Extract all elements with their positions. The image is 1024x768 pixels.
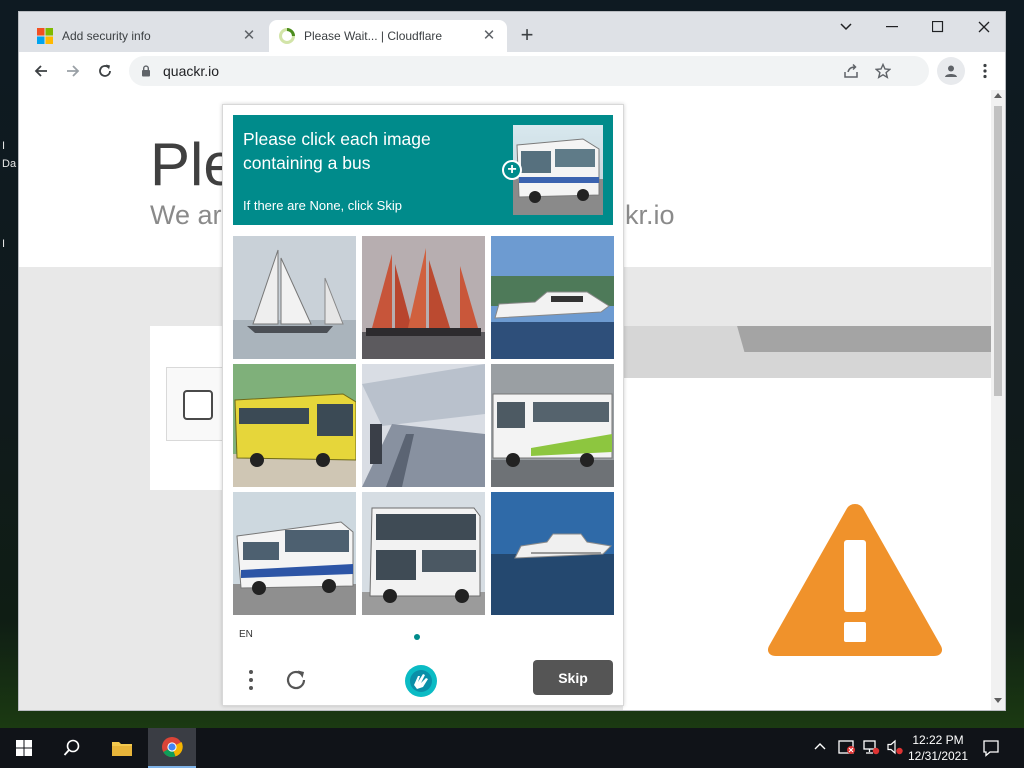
share-icon[interactable] xyxy=(843,63,859,82)
challenge-image-tile[interactable] xyxy=(233,492,356,615)
profile-avatar[interactable] xyxy=(937,57,965,85)
double-decker-bus-image xyxy=(362,492,485,615)
scroll-down-icon[interactable] xyxy=(994,698,1002,703)
tab-add-security-info[interactable]: Add security info ✕ xyxy=(27,20,267,52)
scrollbar-thumb[interactable] xyxy=(994,106,1002,396)
challenge-image-tile[interactable] xyxy=(491,492,614,615)
page-subtitle: We ar xyxy=(150,200,222,230)
microsoft-icon xyxy=(37,28,53,44)
example-bus-image xyxy=(513,125,603,215)
tab-cloudflare[interactable]: Please Wait... | Cloudflare ✕ xyxy=(269,20,507,52)
tab-search-icon[interactable] xyxy=(823,12,869,42)
sailboat-image xyxy=(233,236,356,359)
close-tab-icon[interactable]: ✕ xyxy=(481,28,497,44)
language-selector[interactable]: EN xyxy=(239,629,253,640)
skip-button[interactable]: Skip xyxy=(533,660,613,695)
sailing-ship-image xyxy=(362,236,485,359)
desktop-label: I xyxy=(2,140,6,152)
clock-time: 12:22 PM xyxy=(912,733,964,747)
back-button[interactable] xyxy=(27,57,55,85)
refresh-challenge-button[interactable] xyxy=(281,665,311,695)
plus-icon: + xyxy=(502,160,522,180)
yellow-bus-image xyxy=(233,364,356,487)
toolbar: quackr.io xyxy=(19,52,1005,90)
close-tab-icon[interactable]: ✕ xyxy=(241,28,257,44)
ferry-image xyxy=(491,492,614,615)
notifications-icon[interactable] xyxy=(982,739,1000,762)
taskbar: 12:22 PM 12/31/2021 xyxy=(0,728,1024,768)
scrollbar[interactable] xyxy=(991,90,1005,710)
security-alert-icon[interactable] xyxy=(838,739,856,760)
challenge-image-tile[interactable] xyxy=(233,236,356,359)
minimize-button[interactable] xyxy=(869,12,915,42)
tab-strip: Add security info ✕ Please Wait... | Clo… xyxy=(19,12,1005,52)
page-subtitle-end: kr.io xyxy=(625,200,675,230)
refresh-icon xyxy=(286,670,306,690)
challenge-image-tile[interactable] xyxy=(362,364,485,487)
white-green-bus-image xyxy=(491,364,614,487)
warning-icon xyxy=(767,504,943,656)
volume-muted-icon[interactable] xyxy=(886,739,904,760)
challenge-image-tile[interactable] xyxy=(491,364,614,487)
new-tab-button[interactable]: + xyxy=(515,24,539,48)
challenge-image-tile[interactable] xyxy=(362,492,485,615)
bookmark-star-icon[interactable] xyxy=(874,62,892,82)
challenge-image-tile[interactable] xyxy=(233,364,356,487)
white-blue-bus-image xyxy=(233,492,356,615)
desktop-label: Da xyxy=(2,158,17,170)
windows-icon xyxy=(16,740,32,756)
network-icon[interactable] xyxy=(862,739,880,760)
challenge-image-tile[interactable] xyxy=(491,236,614,359)
file-explorer-button[interactable] xyxy=(98,728,146,768)
forward-button[interactable] xyxy=(59,57,87,85)
browser-window: Add security info ✕ Please Wait... | Clo… xyxy=(18,11,1006,711)
loading-spinner-icon xyxy=(279,28,295,44)
folder-icon xyxy=(112,742,132,756)
search-icon xyxy=(63,739,80,756)
chrome-taskbar-button[interactable] xyxy=(148,728,196,768)
system-clock[interactable]: 12:22 PM 12/31/2021 xyxy=(906,732,970,764)
close-window-button[interactable] xyxy=(961,12,1007,42)
prompt-text: Please click each image containing a bus xyxy=(243,129,431,173)
clock-date: 12/31/2021 xyxy=(907,749,969,763)
prompt-hint: If there are None, click Skip xyxy=(243,198,402,213)
start-button[interactable] xyxy=(0,728,48,768)
tab-title: Please Wait... | Cloudflare xyxy=(304,29,443,43)
train-platform-image xyxy=(362,364,485,487)
tab-title: Add security info xyxy=(62,29,151,43)
url-text: quackr.io xyxy=(163,63,220,79)
page-indicator-dot xyxy=(414,634,420,640)
vertical-dots-icon xyxy=(249,670,253,690)
desktop-label: I xyxy=(2,238,6,250)
lock-icon xyxy=(142,65,150,77)
scroll-up-icon[interactable] xyxy=(994,93,1002,98)
more-options-button[interactable] xyxy=(241,665,261,695)
challenge-checkbox-container xyxy=(166,367,226,441)
motor-yacht-image xyxy=(491,236,614,359)
chrome-icon xyxy=(162,737,183,758)
challenge-checkbox[interactable] xyxy=(183,390,213,420)
page-viewport: Ple We ar kr.io Please click each image … xyxy=(19,90,991,710)
address-bar[interactable]: quackr.io xyxy=(129,56,929,86)
show-hidden-icons-icon[interactable] xyxy=(814,740,826,758)
reload-button[interactable] xyxy=(91,57,119,85)
search-button[interactable] xyxy=(48,728,96,768)
more-menu-icon[interactable] xyxy=(971,57,999,85)
hcaptcha-challenge: Please click each image containing a bus… xyxy=(222,104,624,706)
challenge-prompt: Please click each image containing a bus… xyxy=(233,115,613,225)
maximize-button[interactable] xyxy=(915,12,961,42)
challenge-image-tile[interactable] xyxy=(362,236,485,359)
hcaptcha-logo-icon[interactable] xyxy=(403,663,439,699)
person-icon xyxy=(945,65,957,77)
